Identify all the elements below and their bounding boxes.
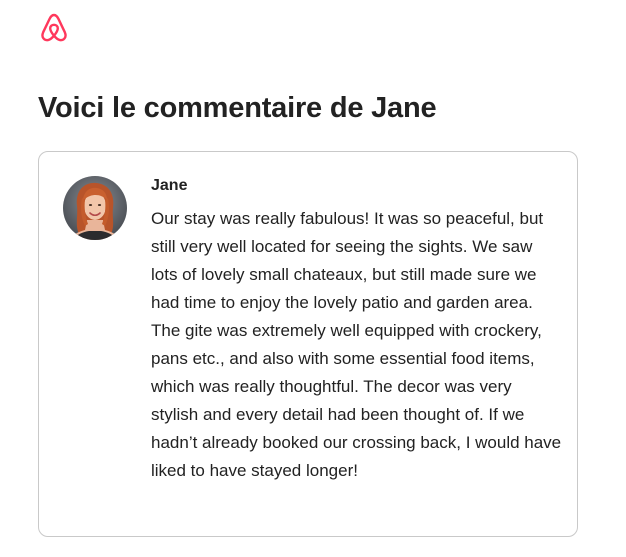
review-text: Our stay was really fabulous! It was so … [151, 209, 562, 480]
reviewer-name: Jane [151, 177, 188, 194]
review-card: Jane Our stay was really fabulous! It wa… [38, 151, 578, 537]
airbnb-logo-icon [41, 13, 67, 42]
airbnb-logo-icon[interactable] [38, 12, 70, 44]
page-title: Voici le commentaire de Jane [38, 92, 437, 124]
avatar[interactable] [63, 176, 127, 240]
user-avatar-icon [63, 176, 127, 240]
